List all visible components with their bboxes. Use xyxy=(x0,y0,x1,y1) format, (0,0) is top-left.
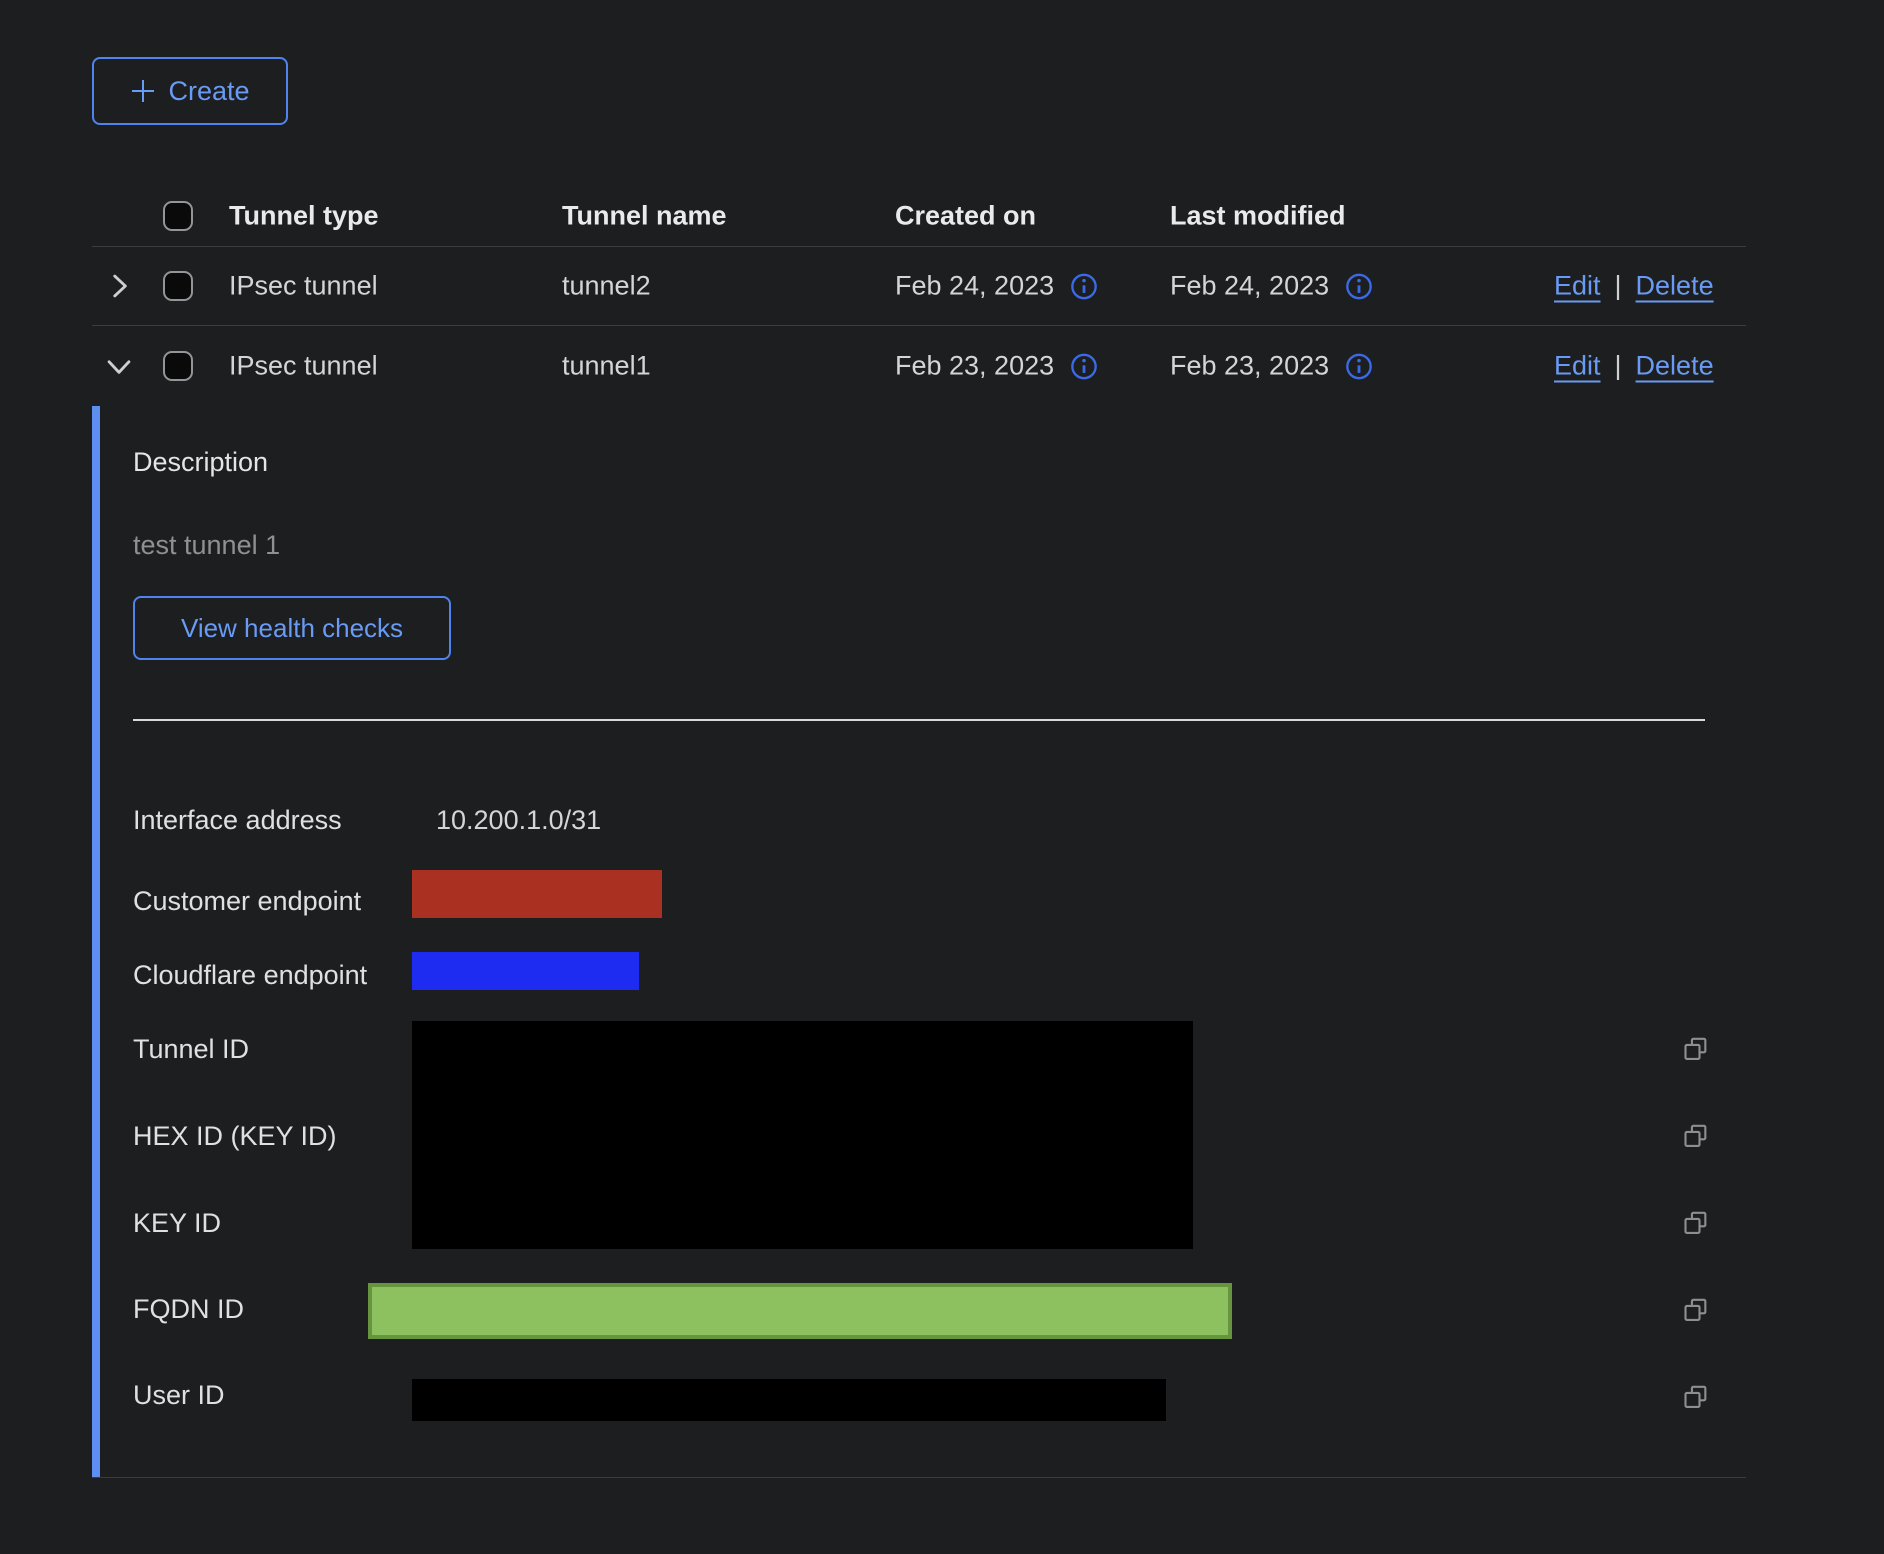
copy-hex-id-button[interactable] xyxy=(1682,1122,1710,1150)
copy-icon xyxy=(1682,1383,1710,1411)
user-id-label: User ID xyxy=(133,1378,225,1412)
table-row-tunnel1: IPsec tunnel tunnel1 Feb 23, 2023 Feb 23… xyxy=(92,326,1746,406)
interface-address-value: 10.200.1.0/31 xyxy=(436,803,601,837)
view-health-checks-label: View health checks xyxy=(181,613,403,644)
row-actions: Edit | Delete xyxy=(1554,351,1714,382)
edit-link[interactable]: Edit xyxy=(1554,351,1601,382)
copy-user-id-button[interactable] xyxy=(1682,1383,1710,1411)
view-health-checks-button[interactable]: View health checks xyxy=(133,596,451,660)
select-all-checkbox[interactable] xyxy=(163,201,193,231)
row-checkbox[interactable] xyxy=(163,271,193,301)
interface-address-label: Interface address xyxy=(133,803,342,837)
modified-date: Feb 23, 2023 xyxy=(1170,351,1329,382)
edit-link[interactable]: Edit xyxy=(1554,271,1601,302)
header-tunnel-name: Tunnel name xyxy=(562,201,727,232)
tunnel-hex-key-id-redacted-values xyxy=(412,1021,1193,1249)
customer-endpoint-redacted-value xyxy=(412,870,662,918)
modified-date: Feb 24, 2023 xyxy=(1170,271,1329,302)
tunnel-name-cell: tunnel2 xyxy=(562,271,651,302)
info-icon[interactable] xyxy=(1070,272,1098,300)
row-actions: Edit | Delete xyxy=(1554,271,1714,302)
created-date: Feb 24, 2023 xyxy=(895,271,1054,302)
tunnel-type-cell: IPsec tunnel xyxy=(229,271,378,302)
table-header: Tunnel type Tunnel name Created on Last … xyxy=(92,186,1746,246)
fqdn-id-label: FQDN ID xyxy=(133,1292,244,1326)
copy-fqdn-id-button[interactable] xyxy=(1682,1296,1710,1324)
delete-link[interactable]: Delete xyxy=(1636,351,1714,382)
cloudflare-endpoint-redacted-value xyxy=(412,952,639,990)
created-on-cell: Feb 23, 2023 xyxy=(895,351,1098,382)
fqdn-id-redacted-value xyxy=(368,1283,1232,1339)
tunnel-id-label: Tunnel ID xyxy=(133,1032,249,1066)
table-row-tunnel2: IPsec tunnel tunnel2 Feb 24, 2023 Feb 24… xyxy=(92,247,1746,325)
detail-section-divider xyxy=(133,719,1705,721)
copy-icon xyxy=(1682,1035,1710,1063)
copy-icon xyxy=(1682,1296,1710,1324)
key-id-label: KEY ID xyxy=(133,1206,221,1240)
collapse-chevron-down-icon[interactable] xyxy=(102,349,136,383)
info-icon[interactable] xyxy=(1070,352,1098,380)
header-tunnel-type: Tunnel type xyxy=(229,201,379,232)
row-checkbox[interactable] xyxy=(163,351,193,381)
actions-separator: | xyxy=(1615,351,1622,382)
expanded-row-bottom-divider xyxy=(92,1477,1746,1478)
header-created-on: Created on xyxy=(895,201,1036,232)
info-icon[interactable] xyxy=(1345,352,1373,380)
plus-icon xyxy=(130,78,156,104)
description-value: test tunnel 1 xyxy=(133,528,280,562)
expanded-row-accent-bar xyxy=(92,406,100,1477)
expand-chevron-right-icon[interactable] xyxy=(102,269,136,303)
description-label: Description xyxy=(133,445,268,479)
hex-id-label: HEX ID (KEY ID) xyxy=(133,1119,337,1153)
last-modified-cell: Feb 24, 2023 xyxy=(1170,271,1373,302)
actions-separator: | xyxy=(1615,271,1622,302)
delete-link[interactable]: Delete xyxy=(1636,271,1714,302)
customer-endpoint-label: Customer endpoint xyxy=(133,884,361,918)
copy-icon xyxy=(1682,1122,1710,1150)
create-button-label: Create xyxy=(168,76,249,107)
created-on-cell: Feb 24, 2023 xyxy=(895,271,1098,302)
create-button[interactable]: Create xyxy=(92,57,288,125)
copy-tunnel-id-button[interactable] xyxy=(1682,1035,1710,1063)
cloudflare-endpoint-label: Cloudflare endpoint xyxy=(133,958,367,992)
tunnel-type-cell: IPsec tunnel xyxy=(229,351,378,382)
copy-icon xyxy=(1682,1209,1710,1237)
header-last-modified: Last modified xyxy=(1170,201,1346,232)
last-modified-cell: Feb 23, 2023 xyxy=(1170,351,1373,382)
tunnel-name-cell: tunnel1 xyxy=(562,351,651,382)
info-icon[interactable] xyxy=(1345,272,1373,300)
copy-key-id-button[interactable] xyxy=(1682,1209,1710,1237)
created-date: Feb 23, 2023 xyxy=(895,351,1054,382)
user-id-redacted-value xyxy=(412,1379,1166,1421)
